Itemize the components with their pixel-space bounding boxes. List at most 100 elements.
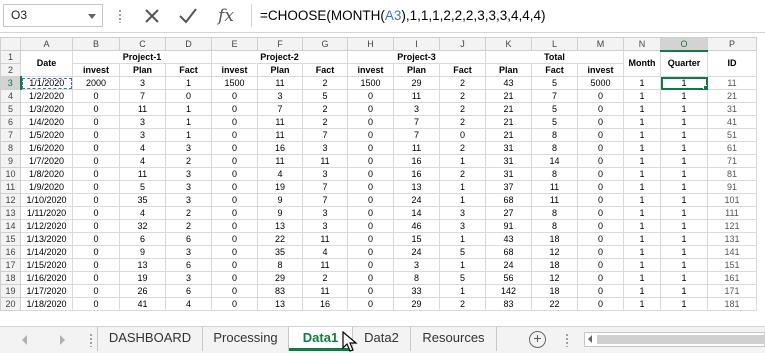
subheader-cell[interactable]: Fact bbox=[439, 63, 486, 77]
cell[interactable]: 101 bbox=[707, 193, 757, 207]
subheader-cell[interactable]: Plan bbox=[119, 63, 166, 77]
cell[interactable]: 1 bbox=[439, 193, 486, 207]
cell[interactable]: 0 bbox=[577, 128, 624, 142]
cell[interactable]: 32 bbox=[119, 219, 166, 233]
cell[interactable]: 142 bbox=[485, 284, 532, 298]
cell[interactable]: 1500 bbox=[347, 76, 394, 90]
cell[interactable]: 9 bbox=[119, 245, 166, 259]
cell[interactable]: 24 bbox=[393, 193, 440, 207]
subheader-cell[interactable]: Plan bbox=[257, 63, 303, 77]
cell[interactable]: 11 bbox=[531, 193, 578, 207]
scroll-left-icon[interactable] bbox=[588, 335, 592, 343]
cell[interactable]: 2 bbox=[302, 271, 348, 285]
horizontal-scrollbar[interactable] bbox=[584, 332, 765, 347]
cell[interactable]: 1 bbox=[660, 128, 708, 142]
cell[interactable]: 3 bbox=[393, 258, 440, 272]
cell[interactable]: 0 bbox=[347, 193, 394, 207]
cell[interactable]: 26 bbox=[119, 284, 166, 298]
cell[interactable]: 0 bbox=[72, 102, 120, 116]
cell[interactable]: 1 bbox=[623, 193, 661, 207]
cell[interactable]: 7 bbox=[302, 128, 348, 142]
row-header[interactable]: 1 bbox=[0, 50, 21, 64]
cell[interactable]: 13 bbox=[393, 180, 440, 194]
cell[interactable]: 91 bbox=[707, 180, 757, 194]
cell[interactable]: 13 bbox=[257, 297, 303, 311]
cell[interactable]: 41 bbox=[707, 115, 757, 129]
cell[interactable]: 1 bbox=[660, 154, 708, 168]
cell[interactable]: 35 bbox=[119, 193, 166, 207]
cell[interactable]: 0 bbox=[211, 167, 258, 181]
cell[interactable]: 0 bbox=[211, 297, 258, 311]
cell[interactable]: 13 bbox=[119, 258, 166, 272]
cell[interactable]: 0 bbox=[72, 258, 120, 272]
cell[interactable]: 0 bbox=[347, 167, 394, 181]
cell[interactable]: 1 bbox=[165, 128, 212, 142]
cell[interactable]: 3 bbox=[439, 206, 486, 220]
column-header[interactable]: M bbox=[577, 37, 624, 51]
cell[interactable]: 14 bbox=[531, 154, 578, 168]
formula-input[interactable]: =CHOOSE(MONTH(A3),1,1,1,2,2,2,3,3,3,4,4,… bbox=[251, 4, 761, 27]
scroll-tabs-right-icon[interactable] bbox=[60, 335, 65, 345]
cell[interactable]: 3 bbox=[165, 193, 212, 207]
cell[interactable]: 33 bbox=[393, 284, 440, 298]
cell[interactable]: 11 bbox=[707, 76, 757, 90]
cell[interactable]: 19 bbox=[257, 180, 303, 194]
cell[interactable]: 0 bbox=[72, 141, 120, 155]
cell[interactable]: 3 bbox=[439, 219, 486, 233]
cell[interactable]: 13 bbox=[257, 219, 303, 233]
cell[interactable]: 0 bbox=[211, 206, 258, 220]
cell[interactable]: 7 bbox=[302, 180, 348, 194]
tab-dots-icon[interactable] bbox=[90, 333, 92, 347]
tab-resources[interactable]: Resources bbox=[411, 327, 497, 351]
cell[interactable]: 4 bbox=[119, 206, 166, 220]
cell[interactable]: 0 bbox=[211, 193, 258, 207]
row-header[interactable]: 19 bbox=[0, 284, 21, 298]
cell[interactable]: 1/18/2020 bbox=[20, 297, 73, 311]
cell[interactable]: 11 bbox=[119, 102, 166, 116]
cell[interactable]: 2 bbox=[439, 89, 486, 103]
subheader-cell[interactable]: invest bbox=[72, 63, 120, 77]
cell[interactable]: 14 bbox=[393, 206, 440, 220]
cell[interactable]: 11 bbox=[302, 284, 348, 298]
cell[interactable]: 0 bbox=[577, 115, 624, 129]
cell[interactable]: 31 bbox=[707, 102, 757, 116]
column-header[interactable]: B bbox=[72, 37, 120, 51]
cell[interactable]: 3 bbox=[165, 271, 212, 285]
cell[interactable]: 0 bbox=[72, 297, 120, 311]
cell[interactable]: 1/16/2020 bbox=[20, 271, 73, 285]
cell[interactable]: 3 bbox=[302, 167, 348, 181]
cell[interactable]: 0 bbox=[211, 219, 258, 233]
date-header[interactable]: Date bbox=[20, 50, 73, 77]
cell[interactable]: 0 bbox=[211, 180, 258, 194]
cell[interactable]: 1/7/2020 bbox=[20, 154, 73, 168]
checkmark-icon[interactable] bbox=[174, 3, 202, 29]
cell[interactable]: 1 bbox=[623, 102, 661, 116]
cell[interactable]: 0 bbox=[72, 232, 120, 246]
cell[interactable]: 16 bbox=[257, 141, 303, 155]
cell[interactable]: 91 bbox=[485, 219, 532, 233]
cell[interactable]: 4 bbox=[165, 297, 212, 311]
total-header[interactable]: Total bbox=[485, 50, 624, 64]
cell[interactable]: 1 bbox=[439, 258, 486, 272]
cell[interactable]: 51 bbox=[707, 128, 757, 142]
cell[interactable]: 1/2/2020 bbox=[20, 89, 73, 103]
cell[interactable]: 1 bbox=[623, 258, 661, 272]
cell[interactable]: 1 bbox=[660, 271, 708, 285]
cell[interactable]: 0 bbox=[577, 167, 624, 181]
cell[interactable]: 2 bbox=[165, 219, 212, 233]
cell[interactable]: 3 bbox=[165, 167, 212, 181]
cell[interactable]: 0 bbox=[577, 245, 624, 259]
cell[interactable]: 0 bbox=[211, 232, 258, 246]
cell[interactable]: 3 bbox=[119, 76, 166, 90]
cell[interactable]: 1 bbox=[623, 284, 661, 298]
cell[interactable]: 43 bbox=[485, 232, 532, 246]
cell[interactable]: 1 bbox=[165, 76, 212, 90]
cell[interactable]: 21 bbox=[485, 128, 532, 142]
cell[interactable]: 1 bbox=[660, 167, 708, 181]
cell[interactable]: 0 bbox=[577, 141, 624, 155]
cell[interactable]: 1 bbox=[660, 258, 708, 272]
cell[interactable]: 11 bbox=[302, 154, 348, 168]
row-header[interactable]: 9 bbox=[0, 154, 21, 168]
subheader-cell[interactable]: invest bbox=[347, 63, 394, 77]
tab-data2[interactable]: Data2 bbox=[353, 327, 411, 351]
